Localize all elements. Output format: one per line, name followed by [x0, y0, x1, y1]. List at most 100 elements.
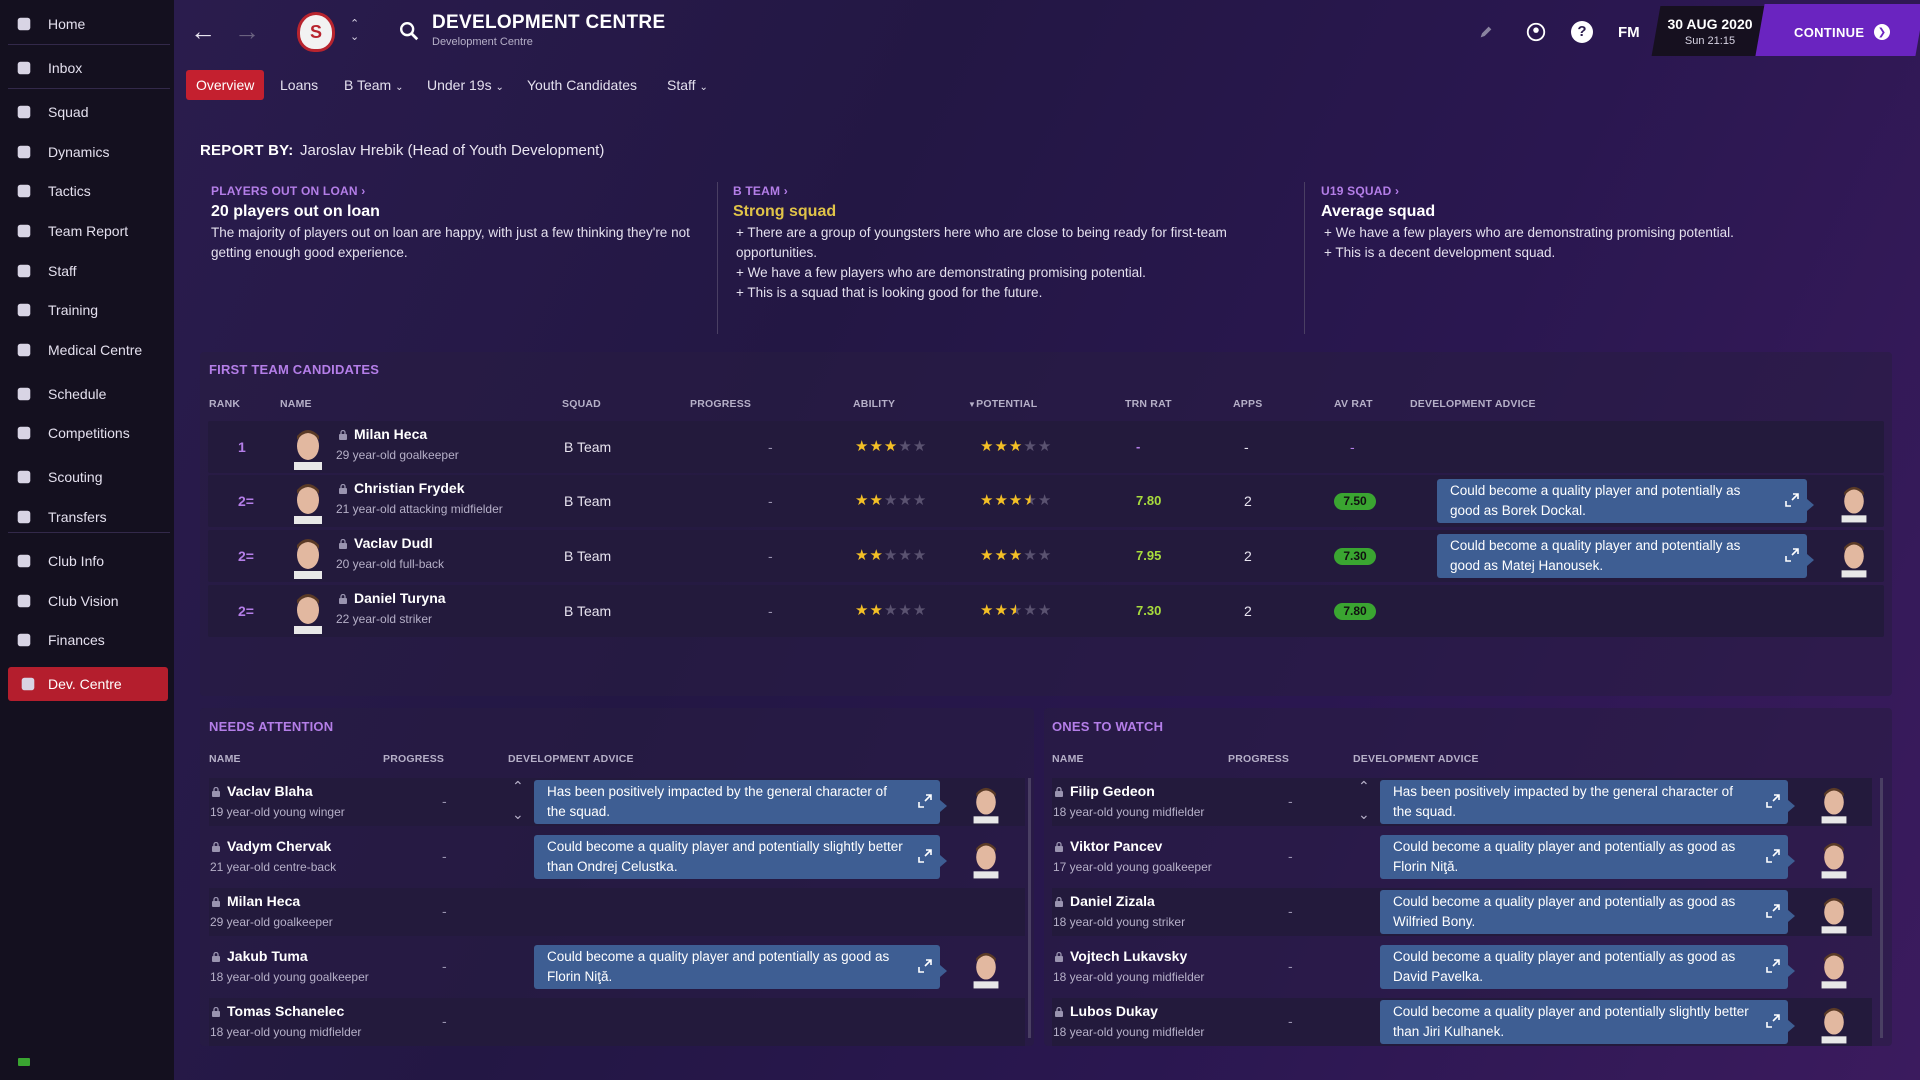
- expand-icon[interactable]: [1766, 959, 1780, 973]
- development-advice[interactable]: Could become a quality player and potent…: [1437, 534, 1814, 578]
- col-potential[interactable]: ▼POTENTIAL: [968, 398, 1037, 410]
- lock-icon: [339, 430, 347, 441]
- tab-youth-candidates[interactable]: Youth Candidates: [527, 70, 637, 100]
- tab-b-team[interactable]: B Team ⌄: [344, 70, 404, 100]
- chevron-up-icon[interactable]: ⌃: [512, 778, 524, 795]
- sidebar-item-dynamics[interactable]: Dynamics: [0, 135, 174, 169]
- expand-icon[interactable]: [1766, 794, 1780, 808]
- club-switch-icon[interactable]: ⌃ ⌄: [350, 18, 359, 44]
- player-name[interactable]: Vaclav Blaha: [211, 783, 313, 799]
- development-advice[interactable]: Could become a quality player and potent…: [1437, 479, 1814, 523]
- col-av-rat[interactable]: AV RAT: [1334, 398, 1373, 410]
- player-name[interactable]: Lubos Dukay: [1054, 1003, 1158, 1019]
- calendar-icon: [0, 385, 48, 403]
- development-advice[interactable]: Could become a quality player and potent…: [534, 945, 947, 989]
- player-name[interactable]: Christian Frydek: [338, 480, 464, 496]
- col-rank[interactable]: RANK: [209, 398, 240, 410]
- sidebar-item-staff[interactable]: Staff: [0, 254, 174, 288]
- col-apps[interactable]: APPS: [1233, 398, 1262, 410]
- expand-icon[interactable]: [918, 794, 932, 808]
- player-name[interactable]: Vojtech Lukavsky: [1054, 948, 1187, 964]
- expand-icon[interactable]: [1766, 1014, 1780, 1028]
- ones-to-watch-scrollbar[interactable]: [1880, 778, 1883, 1038]
- loan-report-link[interactable]: PLAYERS OUT ON LOAN ›: [211, 184, 716, 198]
- col-development-advice[interactable]: DEVELOPMENT ADVICE: [1410, 398, 1536, 410]
- col-progress[interactable]: PROGRESS: [690, 398, 751, 410]
- sidebar-item-club-info[interactable]: Club Info: [0, 544, 174, 578]
- report-by-name: Jaroslav Hrebik (Head of Youth Developme…: [300, 142, 605, 159]
- expand-icon[interactable]: [918, 959, 932, 973]
- player-name[interactable]: Vaclav Dudl: [338, 535, 433, 551]
- forward-arrow-icon[interactable]: →: [234, 18, 260, 44]
- col-progress[interactable]: PROGRESS: [383, 753, 444, 765]
- player-name[interactable]: Tomas Schanelec: [211, 1003, 344, 1019]
- player-name[interactable]: Jakub Tuma: [211, 948, 308, 964]
- chevron-down-icon[interactable]: ⌄: [1358, 806, 1370, 823]
- sidebar-item-club-vision[interactable]: Club Vision: [0, 584, 174, 618]
- u19-report-link[interactable]: U19 SQUAD ›: [1321, 184, 1881, 198]
- sidebar-item-medical-centre[interactable]: Medical Centre: [0, 333, 174, 367]
- sidebar-item-squad[interactable]: Squad: [0, 95, 174, 129]
- col-name[interactable]: NAME: [1052, 753, 1084, 765]
- col-development-advice[interactable]: DEVELOPMENT ADVICE: [508, 753, 634, 765]
- expand-icon[interactable]: [1785, 493, 1799, 507]
- back-arrow-icon[interactable]: ←: [190, 18, 216, 44]
- player-name[interactable]: Viktor Pancev: [1054, 838, 1162, 854]
- sidebar-item-home[interactable]: Home: [0, 7, 174, 41]
- expand-icon[interactable]: [918, 849, 932, 863]
- tab-loans[interactable]: Loans: [280, 70, 318, 100]
- sidebar-item-finances[interactable]: Finances: [0, 623, 174, 657]
- sidebar-item-inbox[interactable]: Inbox: [0, 51, 174, 85]
- chevron-down-icon[interactable]: ⌄: [512, 806, 524, 823]
- chevron-up-icon[interactable]: ⌃: [1358, 778, 1370, 795]
- sidebar-divider: [8, 88, 170, 89]
- sidebar-item-transfers[interactable]: Transfers: [0, 500, 174, 534]
- player-description: 18 year-old young midfielder: [210, 1025, 362, 1039]
- player-name[interactable]: Daniel Zizala: [1054, 893, 1155, 909]
- development-advice[interactable]: Could become a quality player and potent…: [1380, 1000, 1795, 1044]
- sidebar-item-team-report[interactable]: Team Report: [0, 214, 174, 248]
- col-development-advice[interactable]: DEVELOPMENT ADVICE: [1353, 753, 1479, 765]
- expand-icon[interactable]: [1766, 904, 1780, 918]
- expand-icon[interactable]: [1766, 849, 1780, 863]
- fm-menu-button[interactable]: FM: [1618, 24, 1640, 41]
- player-name[interactable]: Vadym Chervak: [211, 838, 331, 854]
- development-advice[interactable]: Has been positively impacted by the gene…: [1380, 780, 1795, 824]
- club-crest-icon[interactable]: S: [297, 12, 335, 52]
- development-advice[interactable]: Has been positively impacted by the gene…: [534, 780, 947, 824]
- sidebar-item-label: Tactics: [48, 183, 91, 199]
- development-advice[interactable]: Could become a quality player and potent…: [1380, 835, 1795, 879]
- sidebar-item-schedule[interactable]: Schedule: [0, 377, 174, 411]
- sidebar-item-tactics[interactable]: Tactics: [0, 174, 174, 208]
- sidebar-item-training[interactable]: Training: [0, 293, 174, 327]
- needs-attention-scrollbar[interactable]: [1028, 778, 1031, 1038]
- col-name[interactable]: NAME: [280, 398, 312, 410]
- sidebar-item-competitions[interactable]: Competitions: [0, 416, 174, 450]
- tab-overview[interactable]: Overview: [186, 70, 265, 100]
- edit-icon[interactable]: [1474, 20, 1498, 44]
- social-icon[interactable]: [1524, 20, 1548, 44]
- u19-report-line: + This is a decent development squad.: [1324, 245, 1556, 260]
- search-icon[interactable]: [398, 20, 420, 42]
- player-name[interactable]: Filip Gedeon: [1054, 783, 1155, 799]
- player-name[interactable]: Milan Heca: [211, 893, 300, 909]
- col-progress[interactable]: PROGRESS: [1228, 753, 1289, 765]
- sidebar-item-scouting[interactable]: Scouting: [0, 460, 174, 494]
- expand-icon[interactable]: [1785, 548, 1799, 562]
- col-squad[interactable]: SQUAD: [562, 398, 601, 410]
- help-icon[interactable]: ?: [1570, 20, 1594, 44]
- col-trn-rat[interactable]: TRN RAT: [1125, 398, 1172, 410]
- player-name[interactable]: Daniel Turyna: [338, 590, 446, 606]
- tab-under-19s[interactable]: Under 19s ⌄: [427, 70, 504, 100]
- tab-under-19s-label: Under 19s: [427, 77, 492, 93]
- col-name[interactable]: NAME: [209, 753, 241, 765]
- tab-staff[interactable]: Staff ⌄: [667, 70, 708, 100]
- development-advice[interactable]: Could become a quality player and potent…: [1380, 945, 1795, 989]
- sidebar-item-dev-centre[interactable]: Dev. Centre: [8, 667, 168, 701]
- loan-report: PLAYERS OUT ON LOAN › 20 players out on …: [211, 184, 716, 263]
- player-name[interactable]: Milan Heca: [338, 426, 427, 442]
- development-advice[interactable]: Could become a quality player and potent…: [534, 835, 947, 879]
- col-ability[interactable]: ABILITY: [853, 398, 895, 410]
- b-team-report-link[interactable]: B TEAM ›: [733, 184, 1293, 198]
- development-advice[interactable]: Could become a quality player and potent…: [1380, 890, 1795, 934]
